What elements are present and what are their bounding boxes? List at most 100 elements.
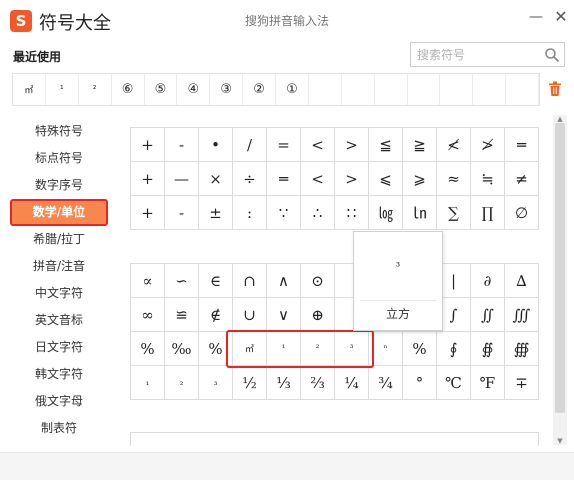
recent-symbol-cell[interactable]: ⑤: [145, 74, 178, 105]
symbol-cell[interactable]: ∭: [505, 298, 539, 332]
category-item[interactable]: 中文字符: [10, 280, 108, 307]
symbol-cell[interactable]: ≦: [369, 128, 403, 162]
symbol-cell[interactable]: ×: [199, 162, 233, 196]
symbol-cell[interactable]: ÷: [233, 162, 267, 196]
trash-icon[interactable]: [548, 81, 562, 97]
category-item[interactable]: 标点符号: [10, 145, 108, 172]
minimize-button[interactable]: —: [525, 6, 547, 28]
symbol-cell[interactable]: ⅔: [301, 366, 335, 400]
recent-symbol-cell[interactable]: [408, 74, 441, 105]
symbol-cell[interactable]: ≯: [471, 128, 505, 162]
category-item[interactable]: 特殊符号: [10, 118, 108, 145]
category-item[interactable]: 数学/单位: [10, 199, 108, 226]
symbol-cell[interactable]: ∬: [471, 298, 505, 332]
symbol-cell[interactable]: =: [267, 128, 301, 162]
symbol-cell[interactable]: ∨: [267, 298, 301, 332]
symbol-cell[interactable]: ∏: [471, 196, 505, 230]
symbol-cell[interactable]: ₂: [165, 366, 199, 400]
symbol-cell[interactable]: ∂: [471, 264, 505, 298]
scroll-thumb[interactable]: [555, 123, 565, 413]
symbol-cell[interactable]: ∓: [505, 366, 539, 400]
symbol-cell[interactable]: ‰: [165, 332, 199, 366]
symbol-cell[interactable]: <: [301, 162, 335, 196]
recent-symbol-cell[interactable]: ㎥: [13, 74, 46, 105]
search-input[interactable]: [411, 43, 536, 66]
symbol-cell[interactable]: ∆: [505, 264, 539, 298]
category-item[interactable]: 制表符: [10, 415, 108, 442]
symbol-cell[interactable]: ₃: [199, 366, 233, 400]
symbol-cell[interactable]: +: [131, 196, 165, 230]
symbol-cell[interactable]: ≮: [437, 128, 471, 162]
symbol-cell[interactable]: ∞: [131, 298, 165, 332]
symbol-cell[interactable]: ≠: [505, 162, 539, 196]
symbol-cell[interactable]: ¼: [335, 366, 369, 400]
recent-symbol-cell[interactable]: ①: [276, 74, 309, 105]
symbol-cell[interactable]: ═: [505, 128, 539, 162]
symbol-cell[interactable]: ≒: [471, 162, 505, 196]
recent-symbol-cell[interactable]: [309, 74, 342, 105]
recent-symbol-cell[interactable]: ⑥: [112, 74, 145, 105]
symbol-cell[interactable]: ⩽: [369, 162, 403, 196]
recent-symbol-cell[interactable]: [506, 74, 539, 105]
category-item[interactable]: 数字序号: [10, 172, 108, 199]
symbol-cell[interactable]: /: [233, 128, 267, 162]
scrollbar[interactable]: ▲ ▼: [553, 115, 567, 445]
search-box[interactable]: [410, 42, 565, 67]
recent-symbol-cell[interactable]: [473, 74, 507, 105]
recent-symbol-cell[interactable]: ¹: [46, 74, 79, 105]
recent-symbol-cell[interactable]: ③: [210, 74, 244, 105]
symbol-cell[interactable]: ∯: [471, 332, 505, 366]
symbol-cell[interactable]: ∈: [199, 264, 233, 298]
symbol-cell[interactable]: ⊙: [301, 264, 335, 298]
symbol-cell[interactable]: %: [199, 332, 233, 366]
symbol-cell[interactable]: ∵: [267, 196, 301, 230]
symbol-cell[interactable]: ∪: [233, 298, 267, 332]
scroll-up-arrow-icon[interactable]: ▲: [555, 115, 565, 123]
symbol-cell[interactable]: >: [335, 162, 369, 196]
symbol-cell[interactable]: ½: [233, 366, 267, 400]
category-item[interactable]: 韩文字符: [10, 361, 108, 388]
symbol-cell[interactable]: ≈: [437, 162, 471, 196]
symbol-cell[interactable]: ㏒: [369, 196, 403, 230]
symbol-cell[interactable]: ²: [301, 332, 335, 366]
category-item[interactable]: 希腊/拉丁: [10, 226, 108, 253]
category-item[interactable]: 日文字符: [10, 334, 108, 361]
symbol-cell[interactable]: —: [165, 162, 199, 196]
symbol-cell[interactable]: ∉: [199, 298, 233, 332]
recent-symbol-cell[interactable]: [440, 74, 474, 105]
symbol-cell[interactable]: ㏑: [403, 196, 437, 230]
symbol-cell[interactable]: ∴: [301, 196, 335, 230]
symbol-cell[interactable]: ≌: [165, 298, 199, 332]
recent-symbol-cell[interactable]: [342, 74, 375, 105]
symbol-cell[interactable]: ₁: [131, 366, 165, 400]
symbol-cell[interactable]: >: [335, 128, 369, 162]
symbol-cell[interactable]: ³: [335, 332, 369, 366]
symbol-cell[interactable]: ∷: [335, 196, 369, 230]
close-button[interactable]: ✕: [550, 6, 572, 28]
category-item[interactable]: 拼音/注音: [10, 253, 108, 280]
symbol-cell[interactable]: ⅓: [267, 366, 301, 400]
symbol-cell[interactable]: ∰: [505, 332, 539, 366]
symbol-cell[interactable]: ⊕: [301, 298, 335, 332]
symbol-cell[interactable]: ∮: [437, 332, 471, 366]
recent-symbol-cell[interactable]: ②: [243, 74, 276, 105]
category-item[interactable]: 俄文字母: [10, 388, 108, 415]
symbol-cell[interactable]: ∩: [233, 264, 267, 298]
symbol-cell[interactable]: -: [165, 196, 199, 230]
symbol-cell[interactable]: %: [131, 332, 165, 366]
search-icon[interactable]: [544, 47, 560, 63]
symbol-cell[interactable]: ¾: [369, 366, 403, 400]
symbol-cell[interactable]: ℉: [471, 366, 505, 400]
recent-symbol-cell[interactable]: ²: [79, 74, 112, 105]
symbol-cell[interactable]: ═: [267, 162, 301, 196]
symbol-cell[interactable]: ∽: [165, 264, 199, 298]
symbol-cell[interactable]: ℃: [437, 366, 471, 400]
symbol-cell[interactable]: ¹: [267, 332, 301, 366]
symbol-cell[interactable]: °: [403, 366, 437, 400]
recent-symbol-cell[interactable]: [375, 74, 408, 105]
symbol-cell[interactable]: -: [165, 128, 199, 162]
symbol-cell[interactable]: ∑: [437, 196, 471, 230]
symbol-cell[interactable]: %: [403, 332, 437, 366]
symbol-cell[interactable]: ∧: [267, 264, 301, 298]
symbol-cell[interactable]: +: [131, 128, 165, 162]
